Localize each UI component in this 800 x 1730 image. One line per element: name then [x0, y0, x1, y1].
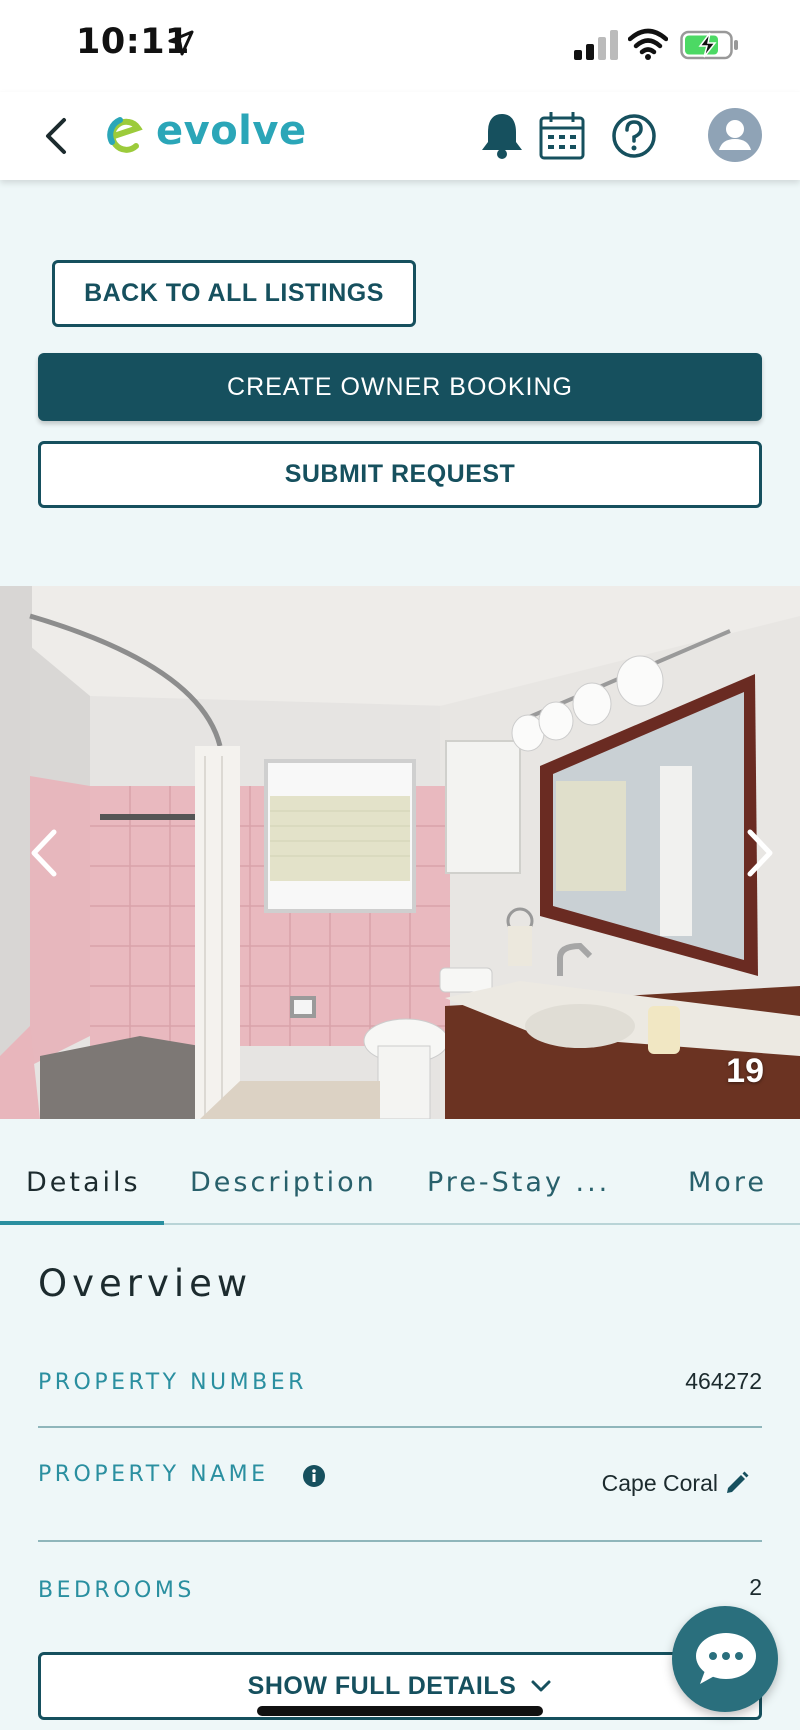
property-number-value: 464272: [685, 1368, 762, 1394]
back-chevron-icon[interactable]: [36, 114, 76, 158]
gallery-prev-icon[interactable]: [24, 826, 64, 880]
active-tab-indicator: [0, 1221, 164, 1225]
home-indicator: [257, 1706, 543, 1716]
chat-bubble-icon: [696, 1633, 756, 1684]
back-to-all-listings-button[interactable]: BACK TO ALL LISTINGS: [52, 260, 416, 327]
property-name-row: PROPERTY NAME Cape Coral: [38, 1458, 762, 1542]
wifi-icon: [628, 28, 668, 60]
create-owner-booking-button[interactable]: CREATE OWNER BOOKING: [38, 353, 762, 421]
bell-icon[interactable]: [478, 110, 526, 162]
help-icon[interactable]: [610, 110, 658, 162]
row-label: BEDROOMS: [38, 1578, 195, 1603]
app-header: evolve: [0, 92, 800, 180]
detail-tabs: Details Description Pre-Stay ... More: [0, 1119, 800, 1225]
divider: [38, 1540, 762, 1542]
location-arrow-icon: [168, 30, 194, 56]
bedrooms-value: 2: [749, 1574, 762, 1600]
row-label: PROPERTY NAME: [38, 1462, 269, 1487]
user-avatar[interactable]: [708, 108, 762, 162]
signal-icon: [574, 30, 618, 60]
evolve-logo-mark-icon: [107, 117, 143, 153]
divider: [38, 1426, 762, 1428]
tab-more[interactable]: More: [688, 1167, 767, 1198]
overview-title: Overview: [38, 1262, 253, 1305]
submit-request-button[interactable]: SUBMIT REQUEST: [38, 441, 762, 508]
logo-text: evolve: [156, 108, 307, 154]
calendar-icon[interactable]: [538, 110, 586, 162]
property-number-row: PROPERTY NUMBER 464272: [38, 1366, 762, 1428]
row-label: PROPERTY NUMBER: [38, 1370, 307, 1395]
gallery-next-icon[interactable]: [740, 826, 780, 880]
battery-charging-icon: [680, 30, 738, 60]
info-icon[interactable]: [302, 1464, 326, 1488]
tab-description[interactable]: Description: [190, 1167, 377, 1198]
status-bar: 10:11: [0, 0, 800, 92]
bedrooms-row: BEDROOMS 2: [38, 1574, 762, 1614]
photo-gallery[interactable]: 19: [0, 586, 800, 1119]
edit-pencil-icon[interactable]: [724, 1470, 750, 1496]
show-full-details-label: SHOW FULL DETAILS: [247, 1671, 517, 1700]
photo-counter: 19: [726, 1052, 764, 1090]
chevron-down-icon: [531, 1680, 551, 1692]
property-name-value: Cape Coral: [601, 1470, 718, 1496]
tab-pre-stay[interactable]: Pre-Stay ...: [427, 1167, 610, 1198]
user-icon: [719, 120, 751, 150]
property-photo: [0, 586, 800, 1119]
chat-button[interactable]: [672, 1606, 778, 1712]
tab-details[interactable]: Details: [26, 1167, 141, 1198]
